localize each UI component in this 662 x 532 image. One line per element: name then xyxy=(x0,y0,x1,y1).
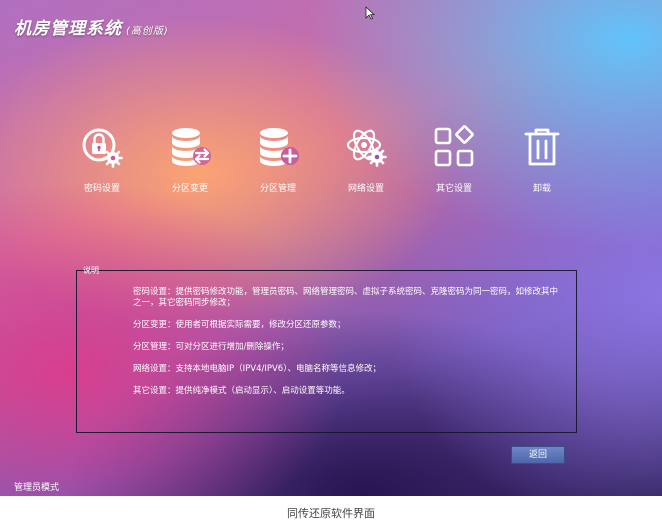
apps-grid-icon xyxy=(434,125,474,167)
tool-label: 分区变更 xyxy=(171,184,208,194)
tool-label: 网络设置 xyxy=(347,184,384,194)
tool-partition-management[interactable]: 分区管理 xyxy=(238,125,318,194)
tool-label: 密码设置 xyxy=(83,184,120,194)
figure-caption: 同传还原软件界面 xyxy=(287,507,375,520)
tool-other-settings[interactable]: 其它设置 xyxy=(414,125,494,194)
tool-network-settings[interactable]: 网络设置 xyxy=(326,125,406,194)
toolbar: 密码设置 分区变更 分区管理 网络设置 其它设置 卸载 xyxy=(62,125,582,195)
app-title-text: 机房管理系统 xyxy=(14,19,122,39)
description-line: 分区管理：可对分区进行增加/删除操作； xyxy=(133,342,289,352)
tool-partition-change[interactable]: 分区变更 xyxy=(150,125,230,194)
tool-label: 分区管理 xyxy=(259,184,296,194)
description-body: 密码设置：提供密码修改功能，管理员密码、网络管理密码、虚拟子系统密码、克隆密码为… xyxy=(133,287,563,408)
network-gear-icon xyxy=(346,129,387,167)
tool-uninstall[interactable]: 卸载 xyxy=(502,125,582,194)
admin-mode-status: 管理员模式 xyxy=(14,483,60,493)
lock-gear-icon xyxy=(82,128,123,168)
description-line: 其它设置：提供纯净模式（启动显示）、启动设置等功能。 xyxy=(133,386,350,396)
database-plus-icon xyxy=(260,128,299,166)
back-button[interactable]: 返回 xyxy=(511,446,565,464)
app-screen: 机房管理系统 (高创版) 密码设置 分区变更 分区管理 网络设置 其它设置 卸载… xyxy=(0,0,662,496)
tool-password-settings[interactable]: 密码设置 xyxy=(62,125,142,194)
trash-icon xyxy=(524,128,560,166)
description-legend: 说明 xyxy=(83,266,99,275)
tool-label: 其它设置 xyxy=(435,184,472,194)
description-line: 密码设置：提供密码修改功能，管理员密码、网络管理密码、虚拟子系统密码、克隆密码为… xyxy=(133,287,559,308)
tool-label: 卸载 xyxy=(532,184,551,194)
app-edition: (高创版) xyxy=(126,26,169,37)
app-title: 机房管理系统 (高创版) xyxy=(14,14,169,39)
description-line: 分区变更：使用者可根据实际需要，修改分区还原参数； xyxy=(133,320,346,330)
description-line: 网络设置：支持本地电脑IP（IPV4/IPV6）、电脑名称等信息修改； xyxy=(133,364,381,374)
mouse-cursor-icon xyxy=(365,6,375,20)
database-swap-icon xyxy=(172,128,211,166)
description-panel: 说明 密码设置：提供密码修改功能，管理员密码、网络管理密码、虚拟子系统密码、克隆… xyxy=(76,266,577,433)
